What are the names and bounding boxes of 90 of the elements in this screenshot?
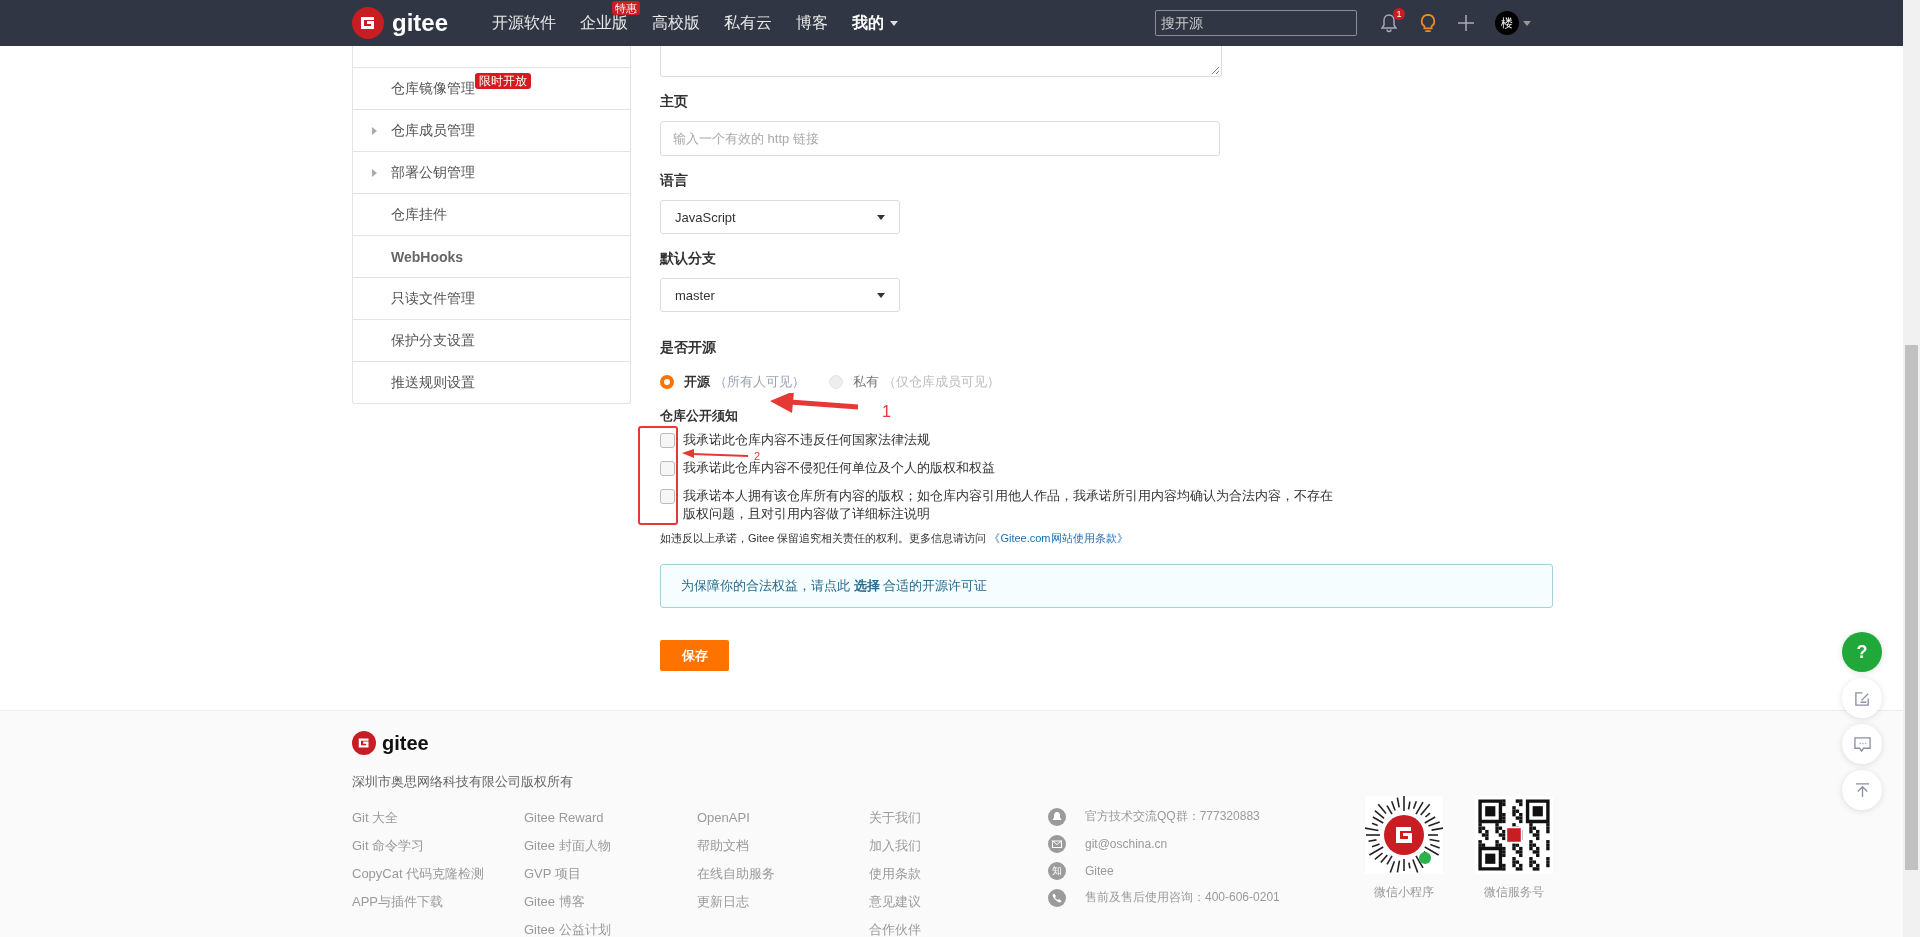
terms-link[interactable]: 《Gitee.com网站使用条款》 [989, 532, 1128, 544]
contact-text: 官方技术交流QQ群：777320883 [1085, 808, 1260, 825]
checkbox[interactable] [660, 489, 675, 504]
footer-link[interactable]: OpenAPI [697, 809, 869, 826]
footer-link[interactable]: 关于我们 [869, 809, 1048, 826]
field-label: 主页 [660, 93, 688, 111]
radio-hint: （所有人可见） [714, 373, 805, 391]
checkbox-label: 我承诺本人拥有该仓库所有内容的版权；如仓库内容引用他人作品，我承诺所引用内容均确认为合法内容，不存在版权问题，且对引用内容做了详细标注说明 [683, 487, 1334, 523]
license-tip: 为保障你的合法权益，请点此 选择 合适的开源许可证 [660, 564, 1553, 608]
plus-icon[interactable] [1457, 14, 1475, 32]
code-label: 微信服务号 [1484, 884, 1544, 901]
footer-link[interactable]: Gitee Reward [524, 809, 697, 826]
radio-label: 私有 [853, 373, 879, 391]
footer-link[interactable]: 使用条款 [869, 865, 1048, 882]
sidebar-item[interactable]: 推送规则设置 [353, 361, 630, 403]
footer-link[interactable]: 更新日志 [697, 893, 869, 910]
chat-icon [1852, 735, 1872, 753]
promo-badge: 特惠 [612, 0, 640, 15]
radio-label: 开源 [684, 373, 710, 391]
footer-link[interactable]: APP与插件下载 [352, 893, 524, 910]
footer-link[interactable]: Gitee 博客 [524, 893, 697, 910]
select-dropdown[interactable]: master [660, 278, 900, 312]
nav-link[interactable]: 高校版 [640, 12, 712, 34]
footer-link[interactable]: CopyCat 代码克隆检测 [352, 865, 524, 882]
zhihu-icon: 知 [1048, 861, 1066, 880]
logo-icon [352, 731, 376, 755]
footer-link[interactable]: 意见建议 [869, 893, 1048, 910]
nav-link[interactable]: 博客 [784, 12, 840, 34]
help-button[interactable]: ? [1842, 632, 1882, 672]
footer-link[interactable]: 帮助文档 [697, 837, 869, 854]
edit-icon [1853, 689, 1871, 707]
copyright-text: 深圳市奥思网络科技有限公司版权所有 [352, 773, 573, 791]
envelope-icon [1048, 834, 1066, 853]
footer-link[interactable]: Gitee 封面人物 [524, 837, 697, 854]
radio-button[interactable] [660, 375, 674, 389]
checkbox[interactable] [660, 461, 675, 476]
nav-link[interactable]: 私有云 [712, 12, 784, 34]
sidebar-item[interactable]: 保护分支设置 [353, 319, 630, 361]
feedback-button[interactable] [1842, 678, 1882, 718]
phone-icon [1048, 888, 1066, 907]
penguin-icon [1048, 807, 1066, 826]
footer-link[interactable]: Gitee 公益计划 [524, 921, 697, 937]
scrollbar[interactable] [1903, 0, 1920, 937]
footer-link[interactable]: 合作伙伴 [869, 921, 1048, 937]
checkbox-label: 我承诺此仓库内容不侵犯任何单位及个人的版权和权益 [683, 459, 995, 477]
contact-text: 售前及售后使用咨询：400-606-0201 [1085, 889, 1280, 906]
arrow-up-icon [1853, 781, 1871, 799]
bulb-icon[interactable] [1419, 13, 1437, 33]
footer-link[interactable]: 在线自助服务 [697, 865, 869, 882]
annotation-number: 2 [754, 450, 761, 462]
logo-icon [352, 7, 384, 39]
nav-link[interactable]: 开源软件 [480, 12, 568, 34]
checkbox-label: 我承诺此仓库内容不违反任何国家法律法规 [683, 431, 930, 449]
annotation-number: 1 [882, 403, 891, 419]
field-label: 是否开源 [660, 339, 716, 357]
footer-link[interactable]: Git 大全 [352, 809, 524, 826]
select-dropdown[interactable]: JavaScript [660, 200, 900, 234]
sidebar-item[interactable]: 仓库镜像管理 限时开放 [353, 67, 630, 109]
footer-link[interactable]: 加入我们 [869, 837, 1048, 854]
save-button[interactable]: 保存 [660, 640, 729, 671]
contact-text: Gitee [1085, 863, 1114, 878]
caret-icon [877, 292, 885, 298]
caret-icon [1523, 20, 1531, 26]
field-label: 语言 [660, 172, 688, 190]
field-label: 默认分支 [660, 250, 716, 268]
resize-grip-icon [1211, 66, 1219, 74]
bell-icon[interactable] [1379, 13, 1399, 33]
sidebar-item[interactable]: WebHooks [353, 235, 630, 277]
sidebar-item[interactable]: 仓库挂件 [353, 193, 630, 235]
description-textarea[interactable] [660, 46, 1222, 77]
logo-text: gitee [392, 9, 448, 37]
radio-hint: （仅仓库成员可见） [883, 373, 1000, 391]
contact-text: git@oschina.cn [1085, 836, 1168, 851]
sidebar-item[interactable]: 部署公钥管理 [353, 151, 630, 193]
caret-icon [877, 214, 885, 220]
disclaimer-text: 如违反以上承诺，Gitee 保留追究相关责任的权利。更多信息请访问 《Gitee.com网站使用条款》 [660, 531, 1128, 546]
notification-badge: 1 [1393, 8, 1405, 20]
footer-link[interactable]: GVP 项目 [524, 865, 697, 882]
logo-text: gitee [382, 731, 429, 755]
code-label: 微信小程序 [1374, 884, 1434, 901]
limited-badge: 限时开放 [475, 72, 531, 89]
notice-title: 仓库公开须知 [660, 407, 738, 425]
annotation-arrow [682, 449, 749, 458]
nav-link[interactable]: 我的 [840, 12, 910, 34]
sidebar-item[interactable]: 仓库成员管理 [353, 109, 630, 151]
checkbox[interactable] [660, 433, 675, 448]
avatar[interactable]: 楼 [1495, 11, 1519, 35]
search-field[interactable]: 搜开源 [1155, 10, 1357, 36]
sidebar-item[interactable]: 只读文件管理 [353, 277, 630, 319]
footer-link[interactable]: Git 命令学习 [352, 837, 524, 854]
